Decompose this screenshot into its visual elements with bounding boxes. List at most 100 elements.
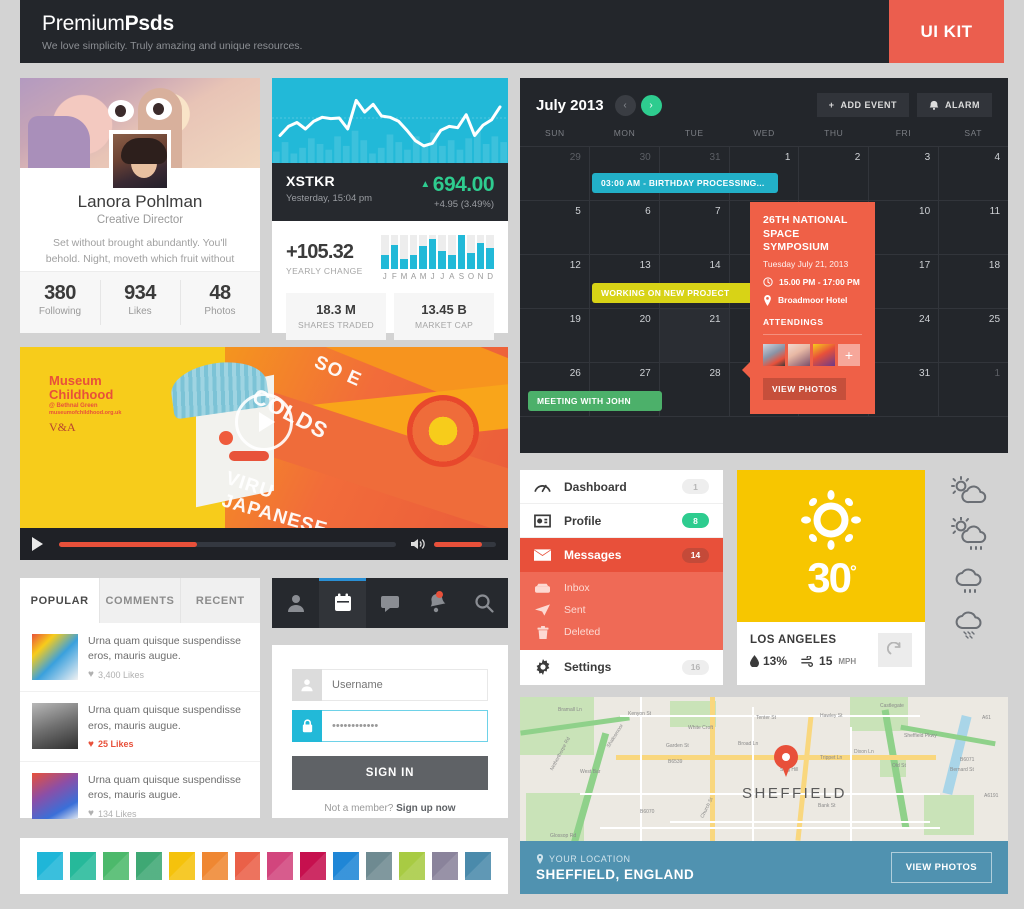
calendar-event-meeting[interactable]: MEETING WITH JOHN xyxy=(528,391,662,411)
lock-icon xyxy=(292,710,322,742)
calendar-widget: July 2013 ‹ › + ADD EVENT ALARM SUN MON … xyxy=(520,78,1008,453)
calendar-event-birthday[interactable]: 03:00 AM - BIRTHDAY PROCESSING... xyxy=(592,173,778,193)
color-swatch[interactable] xyxy=(201,852,228,880)
username-input[interactable] xyxy=(322,669,488,701)
color-swatch[interactable] xyxy=(37,852,63,880)
popup-view-photos-button[interactable]: VIEW PHOTOS xyxy=(763,377,847,400)
color-swatch[interactable] xyxy=(168,852,195,880)
submenu-item-label: Inbox xyxy=(564,582,590,594)
color-swatch[interactable] xyxy=(432,852,458,880)
tab-recent[interactable]: RECENT xyxy=(180,578,260,623)
yearly-change-label: YEARLY CHANGE xyxy=(286,265,363,276)
stat-label: Following xyxy=(38,306,82,317)
monthly-bar-chart: JFMAMJJASOND xyxy=(381,235,494,281)
dow-sat: SAT xyxy=(964,128,983,138)
calendar-day-cell[interactable]: 21 xyxy=(659,309,730,362)
calendar-day-cell[interactable]: 2 xyxy=(799,147,870,200)
play-overlay-icon[interactable] xyxy=(235,392,293,451)
alarm-button[interactable]: ALARM xyxy=(917,93,992,117)
color-swatch[interactable] xyxy=(135,852,162,880)
calendar-day-cell[interactable]: 6 xyxy=(590,201,660,254)
post-thumbnail xyxy=(32,772,78,819)
volume-icon[interactable] xyxy=(410,537,426,551)
calendar-day-cell[interactable]: 5 xyxy=(520,201,590,254)
calendar-day-cell[interactable]: 28 xyxy=(660,363,730,416)
color-swatch[interactable] xyxy=(102,852,129,880)
signup-prompt: Not a member? Sign up now xyxy=(292,803,488,814)
submenu-item-sent[interactable]: Sent xyxy=(520,599,723,621)
calendar-day-cell[interactable]: 12 xyxy=(520,255,590,308)
popup-date: Tuesday July 21, 2013 xyxy=(763,258,849,269)
calendar-day-cell[interactable]: 19 xyxy=(520,309,590,362)
map-widget[interactable]: Bramall Ln Kenyon St White Croft Tenter … xyxy=(520,697,1008,894)
sidebar-item-label: Dashboard xyxy=(564,479,627,494)
map-view-photos-button[interactable]: VIEW PHOTOS xyxy=(890,852,992,883)
submenu-item-deleted[interactable]: Deleted xyxy=(520,621,723,643)
add-attendee-button[interactable]: + xyxy=(838,343,860,366)
volume-slider[interactable] xyxy=(434,541,496,547)
popup-time-row: 15.00 PM - 17:00 PM xyxy=(763,277,862,287)
color-swatch[interactable] xyxy=(234,852,261,880)
nav-search[interactable] xyxy=(461,578,508,628)
color-swatch[interactable] xyxy=(300,852,327,880)
color-swatch[interactable] xyxy=(464,852,491,880)
nav-chat[interactable] xyxy=(366,578,413,628)
color-swatch[interactable] xyxy=(366,852,393,880)
video-player[interactable]: SO E COLDS VIRU JAPANESE Museum Childhoo… xyxy=(20,347,508,560)
calendar-day-cell[interactable]: 20 xyxy=(590,309,660,362)
list-item[interactable]: Urna quam quisque suspendisse eros, maur… xyxy=(20,692,260,762)
popup-title: 26TH NATIONAL SPACE SYMPOSIUM xyxy=(763,214,848,254)
color-swatch[interactable] xyxy=(333,852,360,880)
calendar-day-cell[interactable]: 11 xyxy=(939,201,1008,254)
refresh-button[interactable] xyxy=(878,633,912,667)
shares-traded-box: 18.3 M SHARES TRADED xyxy=(286,293,386,340)
calendar-day-cell[interactable]: 29 xyxy=(520,147,590,200)
month-bar xyxy=(448,235,456,269)
calendar-day-cell[interactable]: 17 xyxy=(869,255,940,308)
calendar-day-cell[interactable]: 10 xyxy=(869,201,940,254)
color-swatch[interactable] xyxy=(399,852,426,880)
submenu-item-inbox[interactable]: Inbox xyxy=(520,577,723,599)
sidebar-item-settings[interactable]: Settings 16 xyxy=(520,650,723,684)
calendar-day-cell[interactable]: 25 xyxy=(939,309,1008,362)
sidebar-item-profile[interactable]: Profile 8 xyxy=(520,504,723,538)
calendar-day-cell[interactable]: 7 xyxy=(660,201,730,254)
password-input[interactable] xyxy=(322,710,488,742)
month-label: D xyxy=(487,272,494,281)
tab-popular[interactable]: POPULAR xyxy=(20,578,101,623)
notification-dot xyxy=(435,591,443,598)
color-swatch[interactable] xyxy=(69,852,96,880)
list-item[interactable]: Urna quam quisque suspendisse eros, maur… xyxy=(20,623,260,693)
calendar-day-cell[interactable]: 4 xyxy=(939,147,1008,200)
nav-user[interactable] xyxy=(272,578,319,628)
calendar-day-cell[interactable]: 3 xyxy=(869,147,940,200)
day-number: 25 xyxy=(988,314,1001,325)
search-icon xyxy=(475,594,495,613)
signup-link[interactable]: Sign up now xyxy=(396,803,455,814)
calendar-next-button[interactable]: › xyxy=(640,94,662,116)
sidebar-item-messages[interactable]: Messages 14 xyxy=(520,538,723,572)
calendar-day-cell[interactable]: 18 xyxy=(939,255,1008,308)
nav-calendar[interactable] xyxy=(319,578,367,628)
tab-comments[interactable]: COMMENTS xyxy=(100,578,181,623)
sidebar-item-dashboard[interactable]: Dashboard 1 xyxy=(520,470,723,504)
title-bold: Psds xyxy=(124,12,175,35)
submenu-item-label: Sent xyxy=(564,604,586,616)
list-item[interactable]: Urna quam quisque suspendisse eros, maur… xyxy=(20,762,260,830)
day-number: 1 xyxy=(784,152,791,163)
video-progress-bar[interactable] xyxy=(59,541,396,547)
calendar-day-cell[interactable]: 24 xyxy=(869,309,940,362)
add-event-button[interactable]: + ADD EVENT xyxy=(816,93,909,117)
profile-name: Lanora Pohlman xyxy=(77,192,203,211)
sign-in-button[interactable]: SIGN IN xyxy=(292,756,488,790)
clock-icon xyxy=(763,277,773,287)
header-text-block: PremiumPsds We love simplicity. Truly am… xyxy=(20,0,889,63)
nav-notifications[interactable] xyxy=(414,578,461,628)
color-swatch[interactable] xyxy=(267,852,294,880)
calendar-day-cell[interactable]: 31 xyxy=(869,363,940,416)
play-icon[interactable] xyxy=(32,537,43,551)
calendar-day-cell[interactable]: 1 xyxy=(939,363,1008,416)
likes-count: 134 Likes xyxy=(97,808,137,819)
stock-line-chart xyxy=(272,78,508,163)
calendar-prev-button[interactable]: ‹ xyxy=(614,94,636,116)
